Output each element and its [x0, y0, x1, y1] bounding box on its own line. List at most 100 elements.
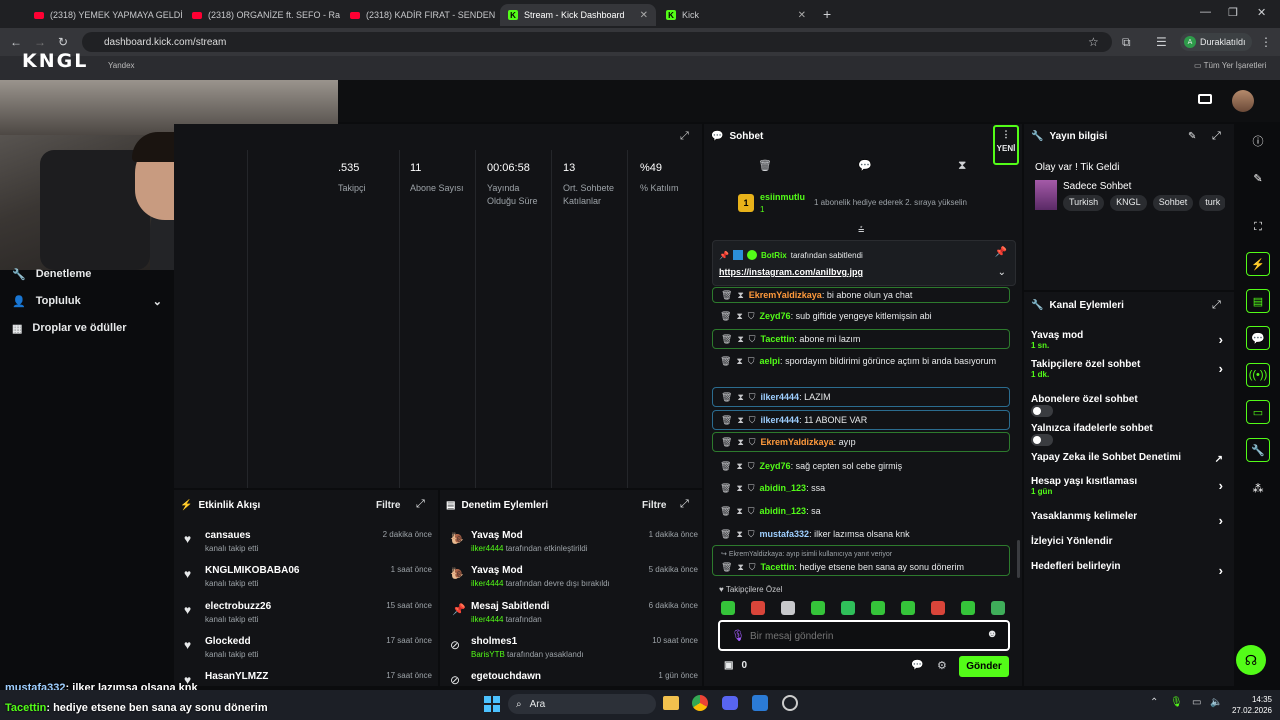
sidebar-item-drops[interactable]: ▦ Droplar ve ödüller [12, 322, 127, 335]
emote[interactable] [991, 601, 1005, 615]
studio-icon[interactable] [1198, 94, 1212, 104]
chat-message[interactable]: 🗑 ⧗ ⛉ mustafa332: ilker lazımsa olsana knk [712, 527, 1010, 541]
chat-message[interactable]: 🗑 ⧗ ⛉ Zeyd76: sub giftide yengeye kitlemişs… [712, 309, 1010, 323]
action-banned-words[interactable]: Yasaklanmış kelimeler › [1031, 511, 1227, 528]
pinned-link[interactable]: https://instagram.com/anilbvg.jpg [719, 267, 863, 277]
tag[interactable]: turk [1199, 195, 1225, 211]
action-followers-only[interactable]: Takipçilere özel sohbet 1 dk. › [1031, 359, 1227, 379]
chat-message[interactable]: 🗑 ⧗ ⛉ aelpi: spordayım bildirimi görünce aç… [712, 354, 1010, 368]
broadcast-icon[interactable]: ((•)) [1246, 363, 1270, 387]
chat-message[interactable]: 🗑 ⧗ ⛉ Tacettin: abone mi lazım [712, 329, 1010, 349]
file-explorer-icon[interactable] [663, 696, 679, 710]
wrench-icon[interactable]: 🔧 [1246, 438, 1270, 462]
windows-start-icon[interactable] [484, 696, 500, 712]
subscribers-only-toggle[interactable] [1031, 405, 1053, 417]
chat-message[interactable]: 🗑 ⧗ ⛉ ilker4444: 11 ABONE VAR [712, 410, 1010, 430]
menu-icon[interactable]: ⋮ [1260, 35, 1272, 49]
action-ai-moderation[interactable]: Yapay Zeka ile Sohbet Denetimi ↗ [1031, 452, 1227, 465]
chat-message[interactable]: 🗑 ⧗ ⛉ Zeyd76: sağ cepten sol cebe girmiş [712, 459, 1010, 473]
storage-icon[interactable]: ▭ [1246, 400, 1270, 424]
browser-tab-1[interactable]: (2318) YEMEK YAPMAYA GELDİ✕ [26, 4, 182, 26]
expand-icon[interactable]: ⤢ [416, 498, 425, 511]
info-icon[interactable]: ⓘ [1246, 129, 1270, 153]
unpin-icon[interactable]: 📌 [995, 247, 1007, 258]
expand-icon[interactable]: ⤢ [680, 130, 689, 143]
tray-chevron-up-icon[interactable]: ⌃ [1150, 697, 1158, 708]
share-icon[interactable]: ⁂ [1246, 476, 1270, 500]
document-icon[interactable]: ▤ [1246, 289, 1270, 313]
chat-icon[interactable]: 💬 [858, 159, 872, 172]
microphone-icon[interactable]: 🎙 [731, 629, 745, 642]
edit-icon[interactable]: ✎ [1188, 131, 1196, 142]
chat-message[interactable]: 🗑 ⧗ EkremYaldizkaya: bi abone olun ya chat [712, 287, 1010, 303]
crop-icon[interactable]: ⛶ [1246, 215, 1270, 239]
chat-message[interactable]: 🗑 ⧗ ⛉ EkremYaldizkaya: ayıp [712, 432, 1010, 452]
action-raid[interactable]: İzleyici Yönlendir [1031, 536, 1227, 547]
address-bar[interactable]: dashboard.kick.com/stream [82, 32, 1112, 52]
filter-button[interactable]: Filtre [642, 500, 666, 511]
sidebar-item-community[interactable]: 👤 Topluluk ⌄ [12, 295, 162, 308]
chrome-icon[interactable] [692, 695, 708, 711]
action-slow-mode[interactable]: Yavaş mod 1 sn. › [1031, 330, 1227, 350]
chat-message[interactable]: 🗑 ⧗ ⛉ ilker4444: LAZIM [712, 387, 1010, 407]
trash-icon[interactable]: 🗑 [758, 159, 772, 172]
chat-scrollbar[interactable] [1017, 540, 1020, 578]
chat-message-reply[interactable]: ↪ EkremYaldizkaya: ayıp isimli kullanıcı… [712, 545, 1010, 576]
maximize-icon[interactable]: ❐ [1228, 6, 1238, 19]
edit-icon[interactable]: ✎ [1246, 166, 1270, 190]
window-close-icon[interactable]: ✕ [1257, 6, 1266, 19]
gear-icon[interactable]: ⚙ [937, 659, 947, 672]
browser-tab-3[interactable]: (2318) KADİR FIRAT - SENDEN✕ [342, 4, 498, 26]
network-icon[interactable]: ▭ [1192, 697, 1201, 708]
chat-message[interactable]: 🗑 ⧗ ⛉ abidin_123: ssa [712, 481, 1010, 495]
emoji-icon[interactable]: ☻ [986, 628, 998, 640]
chat-settings-icon[interactable]: 💬 [911, 660, 923, 671]
back-icon[interactable]: ← [10, 35, 22, 49]
emotes-only-toggle[interactable] [1031, 434, 1053, 446]
tag[interactable]: Turkish [1063, 195, 1105, 211]
bookmark-yandex[interactable]: Yandex [108, 61, 135, 70]
obs-icon[interactable] [782, 695, 798, 711]
emote[interactable] [931, 601, 945, 615]
action-subscribers-only[interactable]: Abonelere özel sohbet [1031, 394, 1227, 417]
browser-tab-4[interactable]: K Stream - Kick Dashboard ✕ [500, 4, 656, 26]
chat-message[interactable]: 🗑 ⧗ ⛉ abidin_123: sa [712, 504, 1010, 518]
expand-icon[interactable]: ⤢ [1212, 130, 1221, 143]
user-avatar[interactable] [1232, 90, 1254, 112]
emote[interactable] [961, 601, 975, 615]
chat-menu-button[interactable]: ⋮ YENİ [993, 125, 1019, 165]
bolt-icon[interactable]: ⚡ [1246, 252, 1270, 276]
browser-tab-2[interactable]: (2318) ORGANİZE ft. SEFO - Ra✕ [184, 4, 340, 26]
profile-button[interactable]: A Duraklatıldı [1180, 33, 1252, 51]
chat-message-input[interactable] [750, 627, 970, 645]
forward-icon[interactable]: → [34, 35, 46, 49]
taskbar-clock[interactable]: 14:35 27.02.2026 [1228, 694, 1272, 716]
expand-icon[interactable]: ⤢ [1212, 299, 1221, 312]
send-button[interactable]: Gönder [959, 656, 1009, 677]
hourglass-icon[interactable]: ⧗ [958, 158, 966, 173]
reload-icon[interactable]: ↻ [58, 35, 68, 49]
chevron-down-icon[interactable]: ⌄ [998, 267, 1006, 278]
emote[interactable] [871, 601, 885, 615]
emote[interactable] [751, 601, 765, 615]
app-icon[interactable] [752, 695, 768, 711]
emote[interactable] [841, 601, 855, 615]
emote[interactable] [811, 601, 825, 615]
bookmark-star-icon[interactable]: ☆ [1088, 35, 1099, 49]
emote[interactable] [781, 601, 795, 615]
gift-leader-name[interactable]: esiinmutlu [760, 192, 805, 202]
sidebar-item-moderation[interactable]: 🔧 Denetleme [12, 268, 91, 281]
minimize-icon[interactable]: — [1200, 6, 1211, 18]
channel-points[interactable]: ▣ 0 [724, 660, 747, 671]
extensions-icon[interactable]: ⧉ [1122, 35, 1131, 50]
new-tab-icon[interactable]: + [823, 6, 831, 22]
action-account-age[interactable]: Hesap yaşı kısıtlaması 1 gün › [1031, 476, 1227, 496]
chat-icon[interactable]: 💬 [1246, 326, 1270, 350]
volume-icon[interactable]: 🔈 [1210, 697, 1222, 708]
close-icon[interactable]: ✕ [798, 10, 806, 21]
action-goals[interactable]: Hedefleri belirleyin › [1031, 561, 1227, 578]
tag[interactable]: KNGL [1110, 195, 1147, 211]
expand-icon[interactable]: ⤢ [680, 498, 689, 511]
action-emotes-only[interactable]: Yalnızca ifadelerle sohbet [1031, 423, 1227, 446]
emote[interactable] [721, 601, 735, 615]
